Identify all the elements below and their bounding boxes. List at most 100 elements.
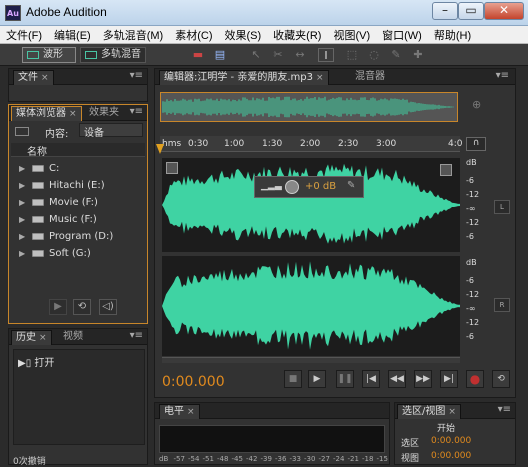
drive-item[interactable]: ▶ Soft (G:): [19, 248, 91, 262]
gain-hud[interactable]: ▁▂▃ +0 dB ✎: [254, 176, 364, 198]
amplitude-scale-bottom: dB -6 -12 -∞ -12 -6: [466, 258, 480, 341]
level-tick-label: -42: [246, 455, 258, 463]
drive-item[interactable]: ▶ Hitachi (E:): [19, 180, 105, 194]
history-list: ▶▯ 打开: [13, 349, 145, 445]
panel-menu-icon[interactable]: ▾≡: [130, 106, 143, 117]
tab-editor[interactable]: 编辑器:江明学 - 亲爱的朋友.mp3 ×: [159, 70, 329, 85]
level-tick-label: -30: [304, 455, 316, 463]
waveform-channel-right[interactable]: [162, 256, 460, 356]
menu-clip[interactable]: 素材(C): [169, 27, 218, 43]
expand-arrow-icon[interactable]: ▶: [19, 215, 29, 224]
time-selection-tool-icon[interactable]: I: [318, 48, 334, 62]
selection-start-value[interactable]: 0:00.000: [431, 436, 471, 446]
panel-menu-icon[interactable]: ▾≡: [130, 70, 143, 81]
play-button[interactable]: ▶: [308, 370, 326, 388]
gain-knob[interactable]: [285, 180, 299, 194]
panel-menu-icon[interactable]: ▾≡: [496, 70, 509, 81]
maximize-button[interactable]: ▭: [458, 2, 484, 20]
column-start-header: 开始: [437, 424, 456, 434]
waveform-right: [162, 261, 460, 350]
fade-in-handle[interactable]: [166, 162, 178, 174]
current-time-display[interactable]: 0:00.000: [162, 374, 225, 390]
panel-menu-icon[interactable]: ▾≡: [498, 404, 511, 415]
expand-arrow-icon[interactable]: ▶: [19, 198, 29, 207]
panel-menu-icon[interactable]: ▾≡: [130, 330, 143, 341]
menu-help[interactable]: 帮助(H): [428, 27, 477, 43]
tab-levels[interactable]: 电平 ×: [159, 404, 200, 419]
record-button[interactable]: ●: [466, 370, 484, 388]
spectral-pitch-icon[interactable]: ▤: [212, 48, 228, 62]
spectral-frequency-icon[interactable]: ▬: [190, 48, 206, 62]
waveform-view-button[interactable]: 波形: [22, 47, 76, 63]
fade-out-handle[interactable]: [440, 164, 452, 176]
expand-arrow-icon[interactable]: ▶: [19, 249, 29, 258]
minimize-button[interactable]: –: [432, 2, 458, 20]
menu-multitrack[interactable]: 多轨混音(M): [97, 27, 170, 43]
content-select[interactable]: 设备: [79, 123, 143, 139]
drive-item[interactable]: ▶ Program (D:): [19, 231, 113, 245]
undo-count: 0次撤销: [13, 457, 46, 467]
move-tool-icon[interactable]: ↖: [248, 48, 264, 62]
close-icon[interactable]: ×: [187, 407, 195, 417]
close-button[interactable]: ✕: [484, 2, 524, 20]
tab-selection-view[interactable]: 选区/视图 ×: [397, 404, 461, 419]
menu-window[interactable]: 窗口(W): [376, 27, 428, 43]
close-icon[interactable]: ×: [39, 333, 47, 343]
marquee-tool-icon[interactable]: ⬚: [344, 48, 360, 62]
channel-right-toggle[interactable]: R: [494, 298, 510, 312]
brush-tool-icon[interactable]: ✎: [388, 48, 404, 62]
drive-item[interactable]: ▶ Music (F:): [19, 214, 97, 228]
menu-favorites[interactable]: 收藏夹(R): [267, 27, 327, 43]
history-entry[interactable]: ▶▯ 打开: [18, 354, 54, 369]
menu-edit[interactable]: 编辑(E): [48, 27, 97, 43]
stop-button[interactable]: ■: [284, 370, 302, 388]
menu-view[interactable]: 视图(V): [327, 27, 376, 43]
headphones-icon[interactable]: ∩: [466, 137, 486, 151]
tab-files[interactable]: 文件 ×: [13, 70, 54, 85]
menu-file[interactable]: 文件(F): [0, 27, 48, 43]
close-icon[interactable]: ×: [316, 73, 324, 83]
tab-video[interactable]: 视频: [59, 330, 87, 345]
close-icon[interactable]: ×: [448, 407, 456, 417]
healing-tool-icon[interactable]: ✚: [410, 48, 426, 62]
expand-arrow-icon[interactable]: ▶: [19, 164, 29, 173]
multitrack-view-button[interactable]: 多轨混音: [80, 47, 146, 63]
volume-bars-icon: ▁▂▃: [261, 181, 282, 191]
play-preview-button[interactable]: ▶: [49, 299, 67, 315]
close-icon[interactable]: ×: [69, 109, 77, 119]
go-to-end-button[interactable]: ▶|: [440, 370, 458, 388]
horizontal-scrollbar[interactable]: [162, 357, 460, 363]
level-tick-label: -36: [275, 455, 287, 463]
waveform-channel-left[interactable]: [162, 158, 460, 252]
drive-item[interactable]: ▶ Movie (F:): [19, 197, 98, 211]
go-to-start-button[interactable]: |◀: [362, 370, 380, 388]
rewind-button[interactable]: ◀◀: [388, 370, 406, 388]
column-header-name[interactable]: 名称: [11, 143, 145, 158]
tab-media-browser[interactable]: 媒体浏览器 ×: [11, 106, 82, 121]
loop-preview-button[interactable]: ⟲: [73, 299, 91, 315]
view-start-value[interactable]: 0:00.000: [431, 451, 471, 461]
pin-icon[interactable]: ✎: [347, 180, 355, 191]
overview-strip[interactable]: [160, 92, 458, 122]
close-icon[interactable]: ×: [41, 73, 49, 83]
tab-history[interactable]: 历史 ×: [11, 330, 52, 345]
menu-effects[interactable]: 效果(S): [219, 27, 268, 43]
window-title: Adobe Audition: [26, 5, 107, 19]
auto-play-button[interactable]: ◁): [99, 299, 117, 315]
media-browser-panel: 媒体浏览器 × 效果夹 ▾≡ 内容: 设备 名称 ▶ C: ▶ Hitachi (E:…: [8, 104, 148, 324]
gain-value[interactable]: +0 dB: [305, 181, 336, 192]
level-meter-scale: dB -57 -54 -51 -48 -45 -42 -39 -36 -33 -30 -27 -24 -2…: [159, 455, 388, 465]
channel-left-toggle[interactable]: L: [494, 200, 510, 214]
fast-forward-button[interactable]: ▶▶: [414, 370, 432, 388]
loop-playback-button[interactable]: ⟲: [492, 370, 510, 388]
tab-effects-rack[interactable]: 效果夹: [85, 106, 123, 121]
drive-item[interactable]: ▶ C:: [19, 163, 59, 177]
pause-button[interactable]: ❚❚: [336, 370, 354, 388]
tab-mixer[interactable]: 混音器: [351, 70, 389, 85]
expand-arrow-icon[interactable]: ▶: [19, 181, 29, 190]
slip-tool-icon[interactable]: ↔: [292, 48, 308, 62]
expand-arrow-icon[interactable]: ▶: [19, 232, 29, 241]
lasso-tool-icon[interactable]: ◌: [366, 48, 382, 62]
zoom-icon[interactable]: ⊕: [472, 98, 481, 111]
razor-tool-icon[interactable]: ✂: [270, 48, 286, 62]
